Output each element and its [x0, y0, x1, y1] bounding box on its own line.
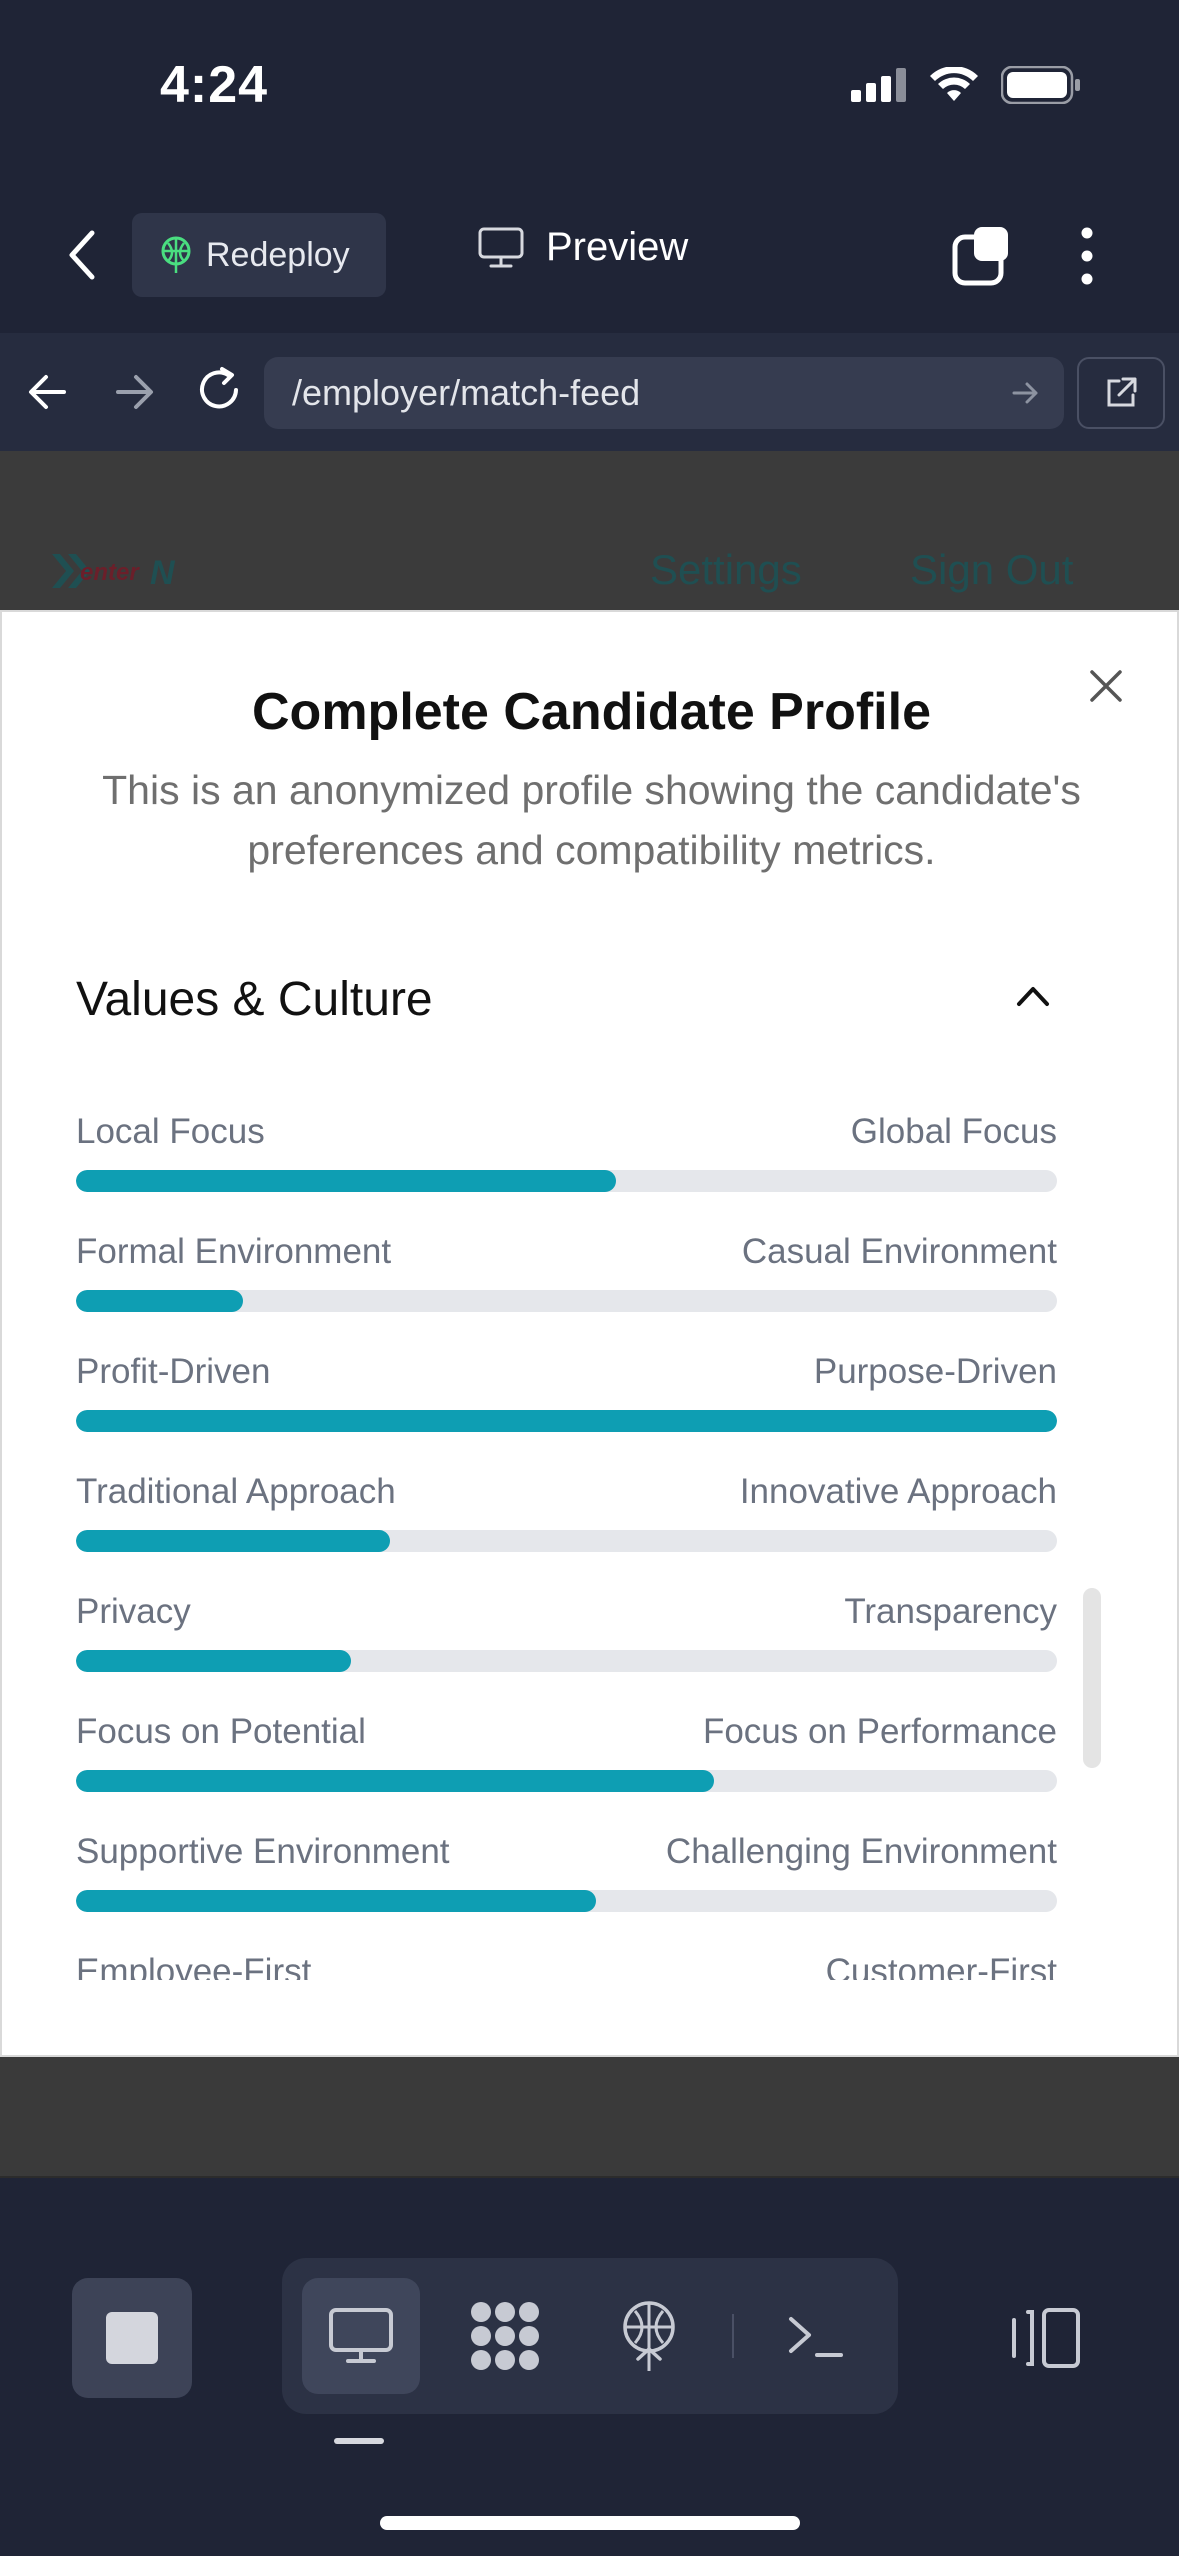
site-logo[interactable]: enter N [50, 546, 190, 596]
monitor-icon [478, 227, 524, 267]
slider-track[interactable] [76, 1290, 1057, 1312]
external-link-icon [1107, 377, 1137, 407]
cellular-signal-icon [851, 68, 906, 102]
preference-slider[interactable]: Focus on Potential Focus on Performance [76, 1712, 1057, 1832]
chevron-up-icon[interactable] [1015, 984, 1051, 1008]
slider-left-label: Formal Environment [76, 1232, 392, 1271]
slider-right-label: Innovative Approach [739, 1472, 1057, 1511]
browser-bar: /employer/match-feed [0, 333, 1179, 451]
slider-fill [76, 1410, 1057, 1432]
site-header: enter N Settings Sign Out [0, 451, 1179, 611]
slider-right-label: Focus on Performance [702, 1712, 1057, 1751]
slider-right-label: Transparency [844, 1592, 1057, 1631]
browser-forward-icon[interactable] [108, 367, 160, 417]
tool-group [282, 2258, 898, 2414]
reload-icon[interactable] [192, 363, 246, 417]
more-vertical-icon[interactable] [1074, 227, 1100, 285]
side-panel-icon[interactable] [1008, 2306, 1082, 2370]
open-external-button[interactable] [1077, 357, 1165, 429]
preference-slider[interactable]: Traditional Approach Innovative Approach [76, 1472, 1057, 1592]
toolbar-separator [732, 2314, 734, 2358]
url-go-arrow-icon[interactable] [1010, 377, 1042, 409]
preference-slider[interactable]: Employee-First Customer-First [76, 1952, 1057, 1980]
wifi-icon [930, 67, 978, 101]
slider-track[interactable] [76, 1410, 1057, 1432]
slider-right-label: Casual Environment [741, 1232, 1057, 1271]
slider-left-label: Focus on Potential [76, 1712, 366, 1751]
deploy-button[interactable] [590, 2278, 708, 2394]
preference-slider-list[interactable]: Local Focus Global Focus Formal Environmen… [2, 1112, 1179, 1980]
app-top-bar: Redeploy Preview [0, 205, 1179, 305]
terminal-icon [789, 2317, 843, 2357]
preview-title[interactable]: Preview [478, 225, 688, 270]
slider-track[interactable] [76, 1170, 1057, 1192]
preference-slider[interactable]: Profit-Driven Purpose-Driven [76, 1352, 1057, 1472]
slider-track[interactable] [76, 1770, 1057, 1792]
svg-text:enter: enter [80, 559, 140, 586]
back-chevron-icon[interactable] [62, 227, 102, 283]
slider-left-label: Supportive Environment [76, 1832, 450, 1871]
slider-track[interactable] [76, 1890, 1057, 1912]
slider-left-label: Employee-First [76, 1952, 312, 1980]
url-input[interactable]: /employer/match-feed [264, 357, 1064, 429]
deploy-icon [161, 236, 191, 273]
slider-fill [76, 1650, 351, 1672]
svg-text:N: N [150, 554, 176, 592]
slider-fill [76, 1890, 596, 1912]
preview-label: Preview [546, 225, 689, 269]
site-nav-settings[interactable]: Settings [650, 546, 802, 594]
slider-left-label: Privacy [76, 1592, 191, 1631]
preference-slider[interactable]: Supportive Environment Challenging Enviro… [76, 1832, 1057, 1952]
terminal-button[interactable] [756, 2278, 874, 2394]
redeploy-label: Redeploy [206, 235, 350, 274]
slider-right-label: Challenging Environment [665, 1832, 1057, 1871]
stop-button[interactable] [72, 2278, 192, 2398]
slider-fill [76, 1530, 390, 1552]
packages-icon [471, 2302, 539, 2370]
home-indicator [380, 2516, 800, 2530]
slider-fill [76, 1290, 243, 1312]
slider-fill [76, 1170, 616, 1192]
url-text: /employer/match-feed [292, 372, 641, 413]
monitor-icon [329, 2308, 393, 2363]
preference-slider[interactable]: Local Focus Global Focus [76, 1112, 1057, 1232]
slider-left-label: Local Focus [76, 1112, 265, 1151]
site-nav-sign-out[interactable]: Sign Out [910, 546, 1073, 594]
page-divider [0, 2176, 1179, 2178]
slider-right-label: Global Focus [850, 1112, 1057, 1151]
candidate-profile-modal: Complete Candidate Profile This is an an… [0, 610, 1179, 2057]
preview-desktop-button[interactable] [302, 2278, 420, 2394]
slider-left-label: Profit-Driven [76, 1352, 271, 1391]
status-icons [851, 66, 1081, 104]
tabs-icon[interactable] [952, 225, 1014, 287]
modal-title: Complete Candidate Profile [252, 683, 931, 741]
stop-icon [106, 2312, 158, 2364]
slider-right-label: Purpose-Driven [813, 1352, 1057, 1391]
battery-icon [1001, 66, 1080, 104]
slider-right-label: Customer-First [825, 1952, 1057, 1980]
status-time: 4:24 [160, 56, 269, 114]
browser-back-icon[interactable] [22, 367, 74, 417]
packages-button[interactable] [446, 2278, 564, 2394]
active-tab-indicator [334, 2438, 384, 2444]
preference-slider[interactable]: Privacy Transparency [76, 1592, 1057, 1712]
slider-track[interactable] [76, 1650, 1057, 1672]
redeploy-button[interactable]: Redeploy [132, 213, 386, 297]
slider-track[interactable] [76, 1530, 1057, 1552]
preference-slider[interactable]: Formal Environment Casual Environment [76, 1232, 1057, 1352]
slider-fill [76, 1770, 714, 1792]
bottom-toolbar [0, 2214, 1179, 2556]
slider-left-label: Traditional Approach [76, 1472, 396, 1511]
modal-scrollbar[interactable] [1083, 1588, 1101, 1768]
section-title[interactable]: Values & Culture [76, 972, 433, 1027]
deploy-icon [623, 2301, 675, 2371]
modal-description: This is an anonymized profile showing th… [102, 767, 1081, 873]
